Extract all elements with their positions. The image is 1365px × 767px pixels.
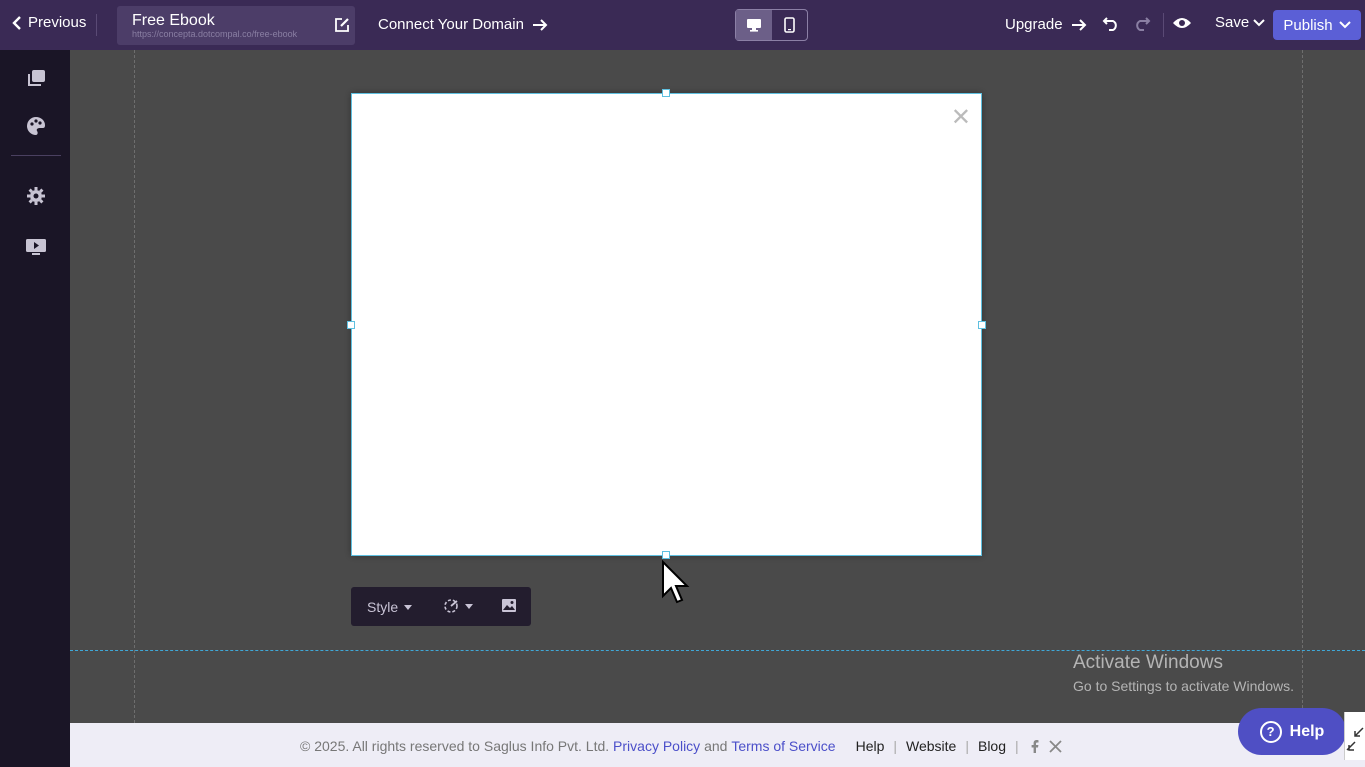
pages-icon <box>28 70 45 86</box>
caret-down-icon <box>404 604 413 610</box>
connect-domain-link[interactable]: Connect Your Domain <box>378 16 548 33</box>
sidebar-divider <box>11 155 61 156</box>
redo-icon[interactable] <box>1133 15 1151 31</box>
publish-button[interactable]: Publish <box>1273 10 1361 40</box>
watermark-subtitle: Go to Settings to activate Windows. <box>1073 678 1294 694</box>
close-icon[interactable]: ✕ <box>951 106 971 130</box>
and-text: and <box>704 738 728 754</box>
pages-button[interactable] <box>24 66 48 90</box>
style-dropdown[interactable]: Style <box>367 599 413 615</box>
privacy-policy-link[interactable]: Privacy Policy <box>613 738 700 754</box>
connect-domain-label: Connect Your Domain <box>378 16 524 33</box>
mobile-icon <box>783 17 795 33</box>
footer-separator: | <box>1015 738 1019 754</box>
chevron-down-icon <box>1338 21 1351 29</box>
x-twitter-icon[interactable] <box>1049 739 1062 753</box>
terms-link[interactable]: Terms of Service <box>731 738 835 754</box>
arrow-right-icon <box>532 18 548 31</box>
footer-website-link[interactable]: Website <box>906 738 956 754</box>
publish-label: Publish <box>1283 16 1333 34</box>
save-label: Save <box>1215 14 1250 31</box>
mobile-view-button[interactable] <box>772 10 808 40</box>
divider <box>1163 13 1164 37</box>
help-label: Help <box>1289 722 1325 740</box>
desktop-view-button[interactable] <box>736 10 772 40</box>
chevron-left-icon <box>12 15 21 30</box>
resize-handle-left[interactable] <box>347 321 355 329</box>
collapse-widget[interactable] <box>1344 712 1365 760</box>
page-url: https://concepta.dotcompal.co/free-ebook <box>132 29 298 39</box>
collapse-arrows-icon <box>1346 727 1364 751</box>
top-bar: Previous Free Ebook https://concepta.dot… <box>0 0 1365 50</box>
gear-icon <box>27 187 45 205</box>
question-icon: ? <box>1259 720 1282 743</box>
resize-handle-top[interactable] <box>662 89 670 97</box>
page-name-box[interactable]: Free Ebook https://concepta.dotcompal.co… <box>117 6 355 45</box>
resize-handle-bottom[interactable] <box>662 551 670 559</box>
image-icon[interactable] <box>501 598 517 613</box>
windows-watermark: Activate Windows Go to Settings to activ… <box>1073 652 1294 694</box>
caret-down-icon <box>465 603 473 609</box>
page-title: Free Ebook <box>132 12 215 29</box>
element-toolbar: Style <box>351 587 531 626</box>
canvas-guide <box>1302 50 1303 723</box>
device-toggle <box>735 9 808 41</box>
upgrade-label: Upgrade <box>1005 16 1063 33</box>
resize-handle-right[interactable] <box>978 321 986 329</box>
facebook-icon[interactable] <box>1031 739 1039 753</box>
watermark-title: Activate Windows <box>1073 652 1223 673</box>
arrow-right-icon <box>1071 18 1086 31</box>
popup-container[interactable]: ✕ <box>351 93 982 556</box>
left-sidebar <box>0 50 70 767</box>
save-button[interactable]: Save <box>1215 14 1265 31</box>
style-label: Style <box>367 599 399 615</box>
animation-icon <box>444 599 458 613</box>
desktop-icon <box>746 19 761 32</box>
section-guide <box>70 650 1365 651</box>
previous-button[interactable]: Previous <box>12 14 86 31</box>
footer-separator: | <box>893 738 898 754</box>
footer-blog-link[interactable]: Blog <box>978 738 1006 754</box>
theme-button[interactable] <box>24 114 48 138</box>
animation-dropdown[interactable] <box>443 598 473 614</box>
previous-label: Previous <box>28 14 87 31</box>
footer-help-link[interactable]: Help <box>856 738 885 754</box>
mouse-cursor-icon <box>662 560 690 604</box>
palette-icon <box>27 117 45 135</box>
footer: © 2025. All rights reserved to Saglus In… <box>70 723 1365 767</box>
divider <box>96 14 97 36</box>
undo-icon[interactable] <box>1102 15 1120 31</box>
edit-icon[interactable] <box>333 16 351 34</box>
present-button[interactable] <box>24 235 48 259</box>
canvas-guide <box>134 50 135 723</box>
monitor-play-icon <box>26 239 46 255</box>
chevron-down-icon <box>1253 18 1265 26</box>
copyright-text: © 2025. All rights reserved to Saglus In… <box>300 738 610 754</box>
footer-separator: | <box>965 738 969 754</box>
eye-icon[interactable] <box>1172 15 1192 31</box>
settings-button[interactable] <box>24 184 48 208</box>
help-button[interactable]: ? Help <box>1238 708 1346 755</box>
upgrade-link[interactable]: Upgrade <box>1005 16 1087 33</box>
